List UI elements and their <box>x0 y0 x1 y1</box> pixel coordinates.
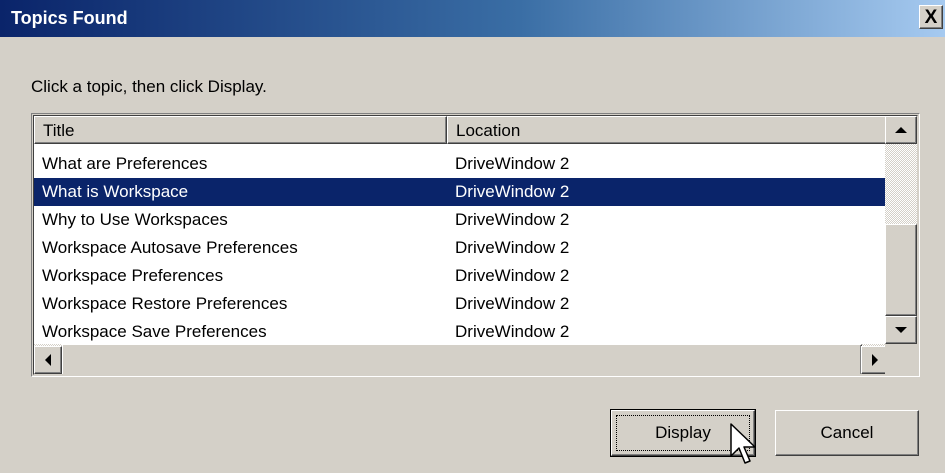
row-title: Workspace Restore Preferences <box>42 294 288 313</box>
scroll-left-button[interactable] <box>34 346 62 374</box>
row-location: DriveWindow 2 <box>455 182 570 201</box>
column-header-location[interactable]: Location <box>447 116 889 144</box>
row-location: DriveWindow 2 <box>455 154 570 173</box>
list-header: Title Location <box>34 116 889 144</box>
row-location: DriveWindow 2 <box>455 294 570 313</box>
list-row[interactable]: Why to Use Workspaces DriveWindow 2 <box>34 206 889 234</box>
topics-list[interactable]: Title Location What are Preferences Driv… <box>31 113 920 377</box>
scrollbar-corner <box>885 344 917 374</box>
row-location: DriveWindow 2 <box>455 210 570 229</box>
arrow-left-icon <box>45 354 51 366</box>
arrow-up-icon <box>895 127 907 133</box>
cancel-button[interactable]: Cancel <box>775 410 919 456</box>
list-row[interactable]: What are Preferences DriveWindow 2 <box>34 150 889 178</box>
list-row[interactable]: Workspace Preferences DriveWindow 2 <box>34 262 889 290</box>
list-row[interactable]: Workspace Autosave Preferences DriveWind… <box>34 234 889 262</box>
instruction-text: Click a topic, then click Display. <box>31 77 267 96</box>
row-title: What are Preferences <box>42 154 208 173</box>
horizontal-scroll-thumb[interactable] <box>62 344 862 374</box>
list-row[interactable]: Workspace Restore Preferences DriveWindo… <box>34 290 889 318</box>
scroll-down-button[interactable] <box>885 316 917 344</box>
scroll-up-button[interactable] <box>885 116 917 144</box>
list-rows: What are Preferences DriveWindow 2 What … <box>34 150 889 346</box>
row-location: DriveWindow 2 <box>455 238 570 257</box>
window-title: Topics Found <box>11 8 128 28</box>
vertical-scrollbar[interactable] <box>885 116 917 344</box>
list-row[interactable]: Workspace Save Preferences DriveWindow 2 <box>34 318 889 346</box>
row-title: What is Workspace <box>42 182 189 201</box>
row-title: Workspace Save Preferences <box>42 322 267 341</box>
mouse-pointer-icon <box>730 423 756 464</box>
title-bar[interactable]: Topics Found X <box>0 0 945 37</box>
list-row[interactable]: What is Workspace DriveWindow 2 <box>34 178 889 206</box>
arrow-right-icon <box>872 354 878 366</box>
close-icon: X <box>924 6 938 28</box>
row-location: DriveWindow 2 <box>455 322 570 341</box>
horizontal-scrollbar[interactable] <box>34 344 889 374</box>
column-header-title[interactable]: Title <box>34 116 447 144</box>
close-button[interactable]: X <box>919 5 943 29</box>
arrow-down-icon <box>895 327 907 333</box>
vertical-scroll-thumb[interactable] <box>885 224 917 316</box>
row-location: DriveWindow 2 <box>455 266 570 285</box>
row-title: Workspace Preferences <box>42 266 224 285</box>
row-title: Workspace Autosave Preferences <box>42 238 298 257</box>
row-title: Why to Use Workspaces <box>42 210 228 229</box>
